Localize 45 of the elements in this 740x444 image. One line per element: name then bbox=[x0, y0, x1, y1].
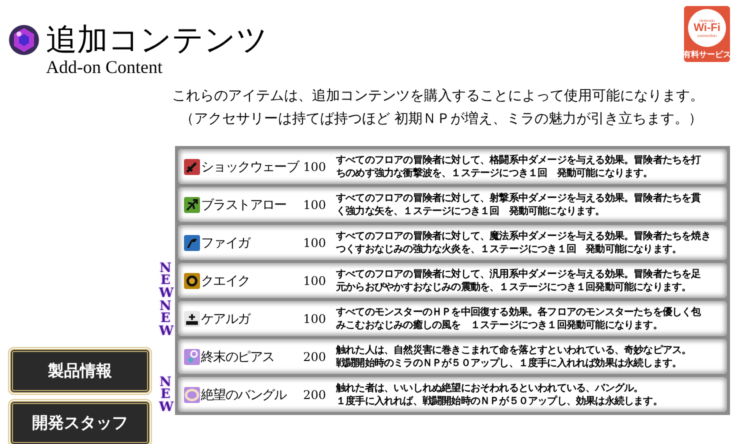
item-description: すべてのフロアの冒険者に対して、汎用系中ダメージを与える効果。冒険者たちを足 bbox=[336, 268, 701, 280]
item-description: つくすおなじみの強力な火炎を、１ステージにつき１回 発動可能になります。 bbox=[336, 242, 683, 256]
nav-button[interactable]: 製品情報 bbox=[10, 349, 150, 393]
item-price: 100 bbox=[302, 312, 326, 326]
item-description: ちのめす強力な衝撃波を、１ステージにつき１回 発動可能になります。 bbox=[336, 166, 654, 180]
item-name: ケアルガ bbox=[201, 310, 250, 328]
new-label: NEW bbox=[159, 377, 172, 414]
intro-text: （アクセサリーは持てば持つほど 初期ＮＰが増え、ミラの魅力が引き立ちます。） bbox=[179, 111, 704, 128]
ring-icon bbox=[184, 386, 200, 402]
nav-button[interactable]: 開発スタッフ bbox=[10, 401, 150, 444]
item-description: く強力な矢を、１ステージにつき１回 発動可能になります。 bbox=[336, 204, 606, 218]
item-description: １度手に入れれば、戦闘開始時のＮＰが５０アップし、効果は永続します。 bbox=[336, 394, 662, 408]
item-name: クエイク bbox=[201, 272, 250, 290]
intro-text: これらのアイテムは、追加コンテンツを購入することによって使用可能になります。 bbox=[172, 88, 705, 105]
item-description: すべてのフロアの冒険者に対して、魔法系中ダメージを与える効果。冒険者たちを焼き bbox=[336, 230, 710, 242]
new-label: NEW bbox=[159, 263, 172, 300]
item-price: 200 bbox=[302, 350, 326, 364]
logo-text: Wi-Fi bbox=[694, 22, 720, 34]
item-description: 戦闘開始時のミラのＮＰが５０アップし、１度手に入れれば効果は永続します。 bbox=[336, 356, 683, 370]
item-description: すべてのモンスターのＨＰを中回復する効果。各フロアのモンスターたちを優しく包 bbox=[336, 306, 701, 318]
sun-icon bbox=[184, 272, 200, 288]
gem-icon bbox=[8, 24, 40, 56]
item-price: 100 bbox=[302, 160, 326, 174]
item-price: 100 bbox=[302, 198, 326, 212]
item-name: 終末のピアス bbox=[201, 348, 274, 366]
item-description: すべてのフロアの冒険者に対して、格闘系中ダメージを与える効果。冒険者たちを打 bbox=[336, 154, 701, 166]
item-name: ファイガ bbox=[201, 234, 250, 252]
earring-icon bbox=[184, 348, 200, 364]
item-price: 200 bbox=[302, 388, 326, 402]
item-name: 絶望のバングル bbox=[201, 386, 286, 404]
item-description: 触れた者は、いいしれぬ絶望におそわれるといわれている、バングル。 bbox=[336, 382, 644, 394]
item-price: 100 bbox=[302, 236, 326, 250]
page-title: 追加コンテンツ bbox=[46, 22, 268, 58]
item-description: すべてのフロアの冒険者に対して、射撃系中ダメージを与える効果。冒険者たちを貫 bbox=[336, 192, 701, 204]
item-name: ブラストアロー bbox=[201, 196, 286, 214]
item-description: 触れた人は、自然災害に巻きこまれて命を落とすといわれている、奇妙なピアス。 bbox=[336, 344, 692, 356]
item-description: みこむおなじみの癒しの風を １ステージにつき１回発動可能になります。 bbox=[336, 318, 664, 332]
item-name: ショックウェーブ bbox=[201, 158, 299, 176]
sword-icon bbox=[184, 158, 200, 174]
item-description: 元からおびやかすおなじみの震動を、１ステージにつき１回発動可能になります。 bbox=[336, 280, 692, 294]
new-label: NEW bbox=[159, 301, 172, 338]
logo-caption: 有料サービス bbox=[683, 49, 731, 60]
arrow-icon bbox=[184, 196, 200, 212]
page-subtitle: Add-on Content bbox=[46, 58, 164, 76]
item-price: 100 bbox=[302, 274, 326, 288]
